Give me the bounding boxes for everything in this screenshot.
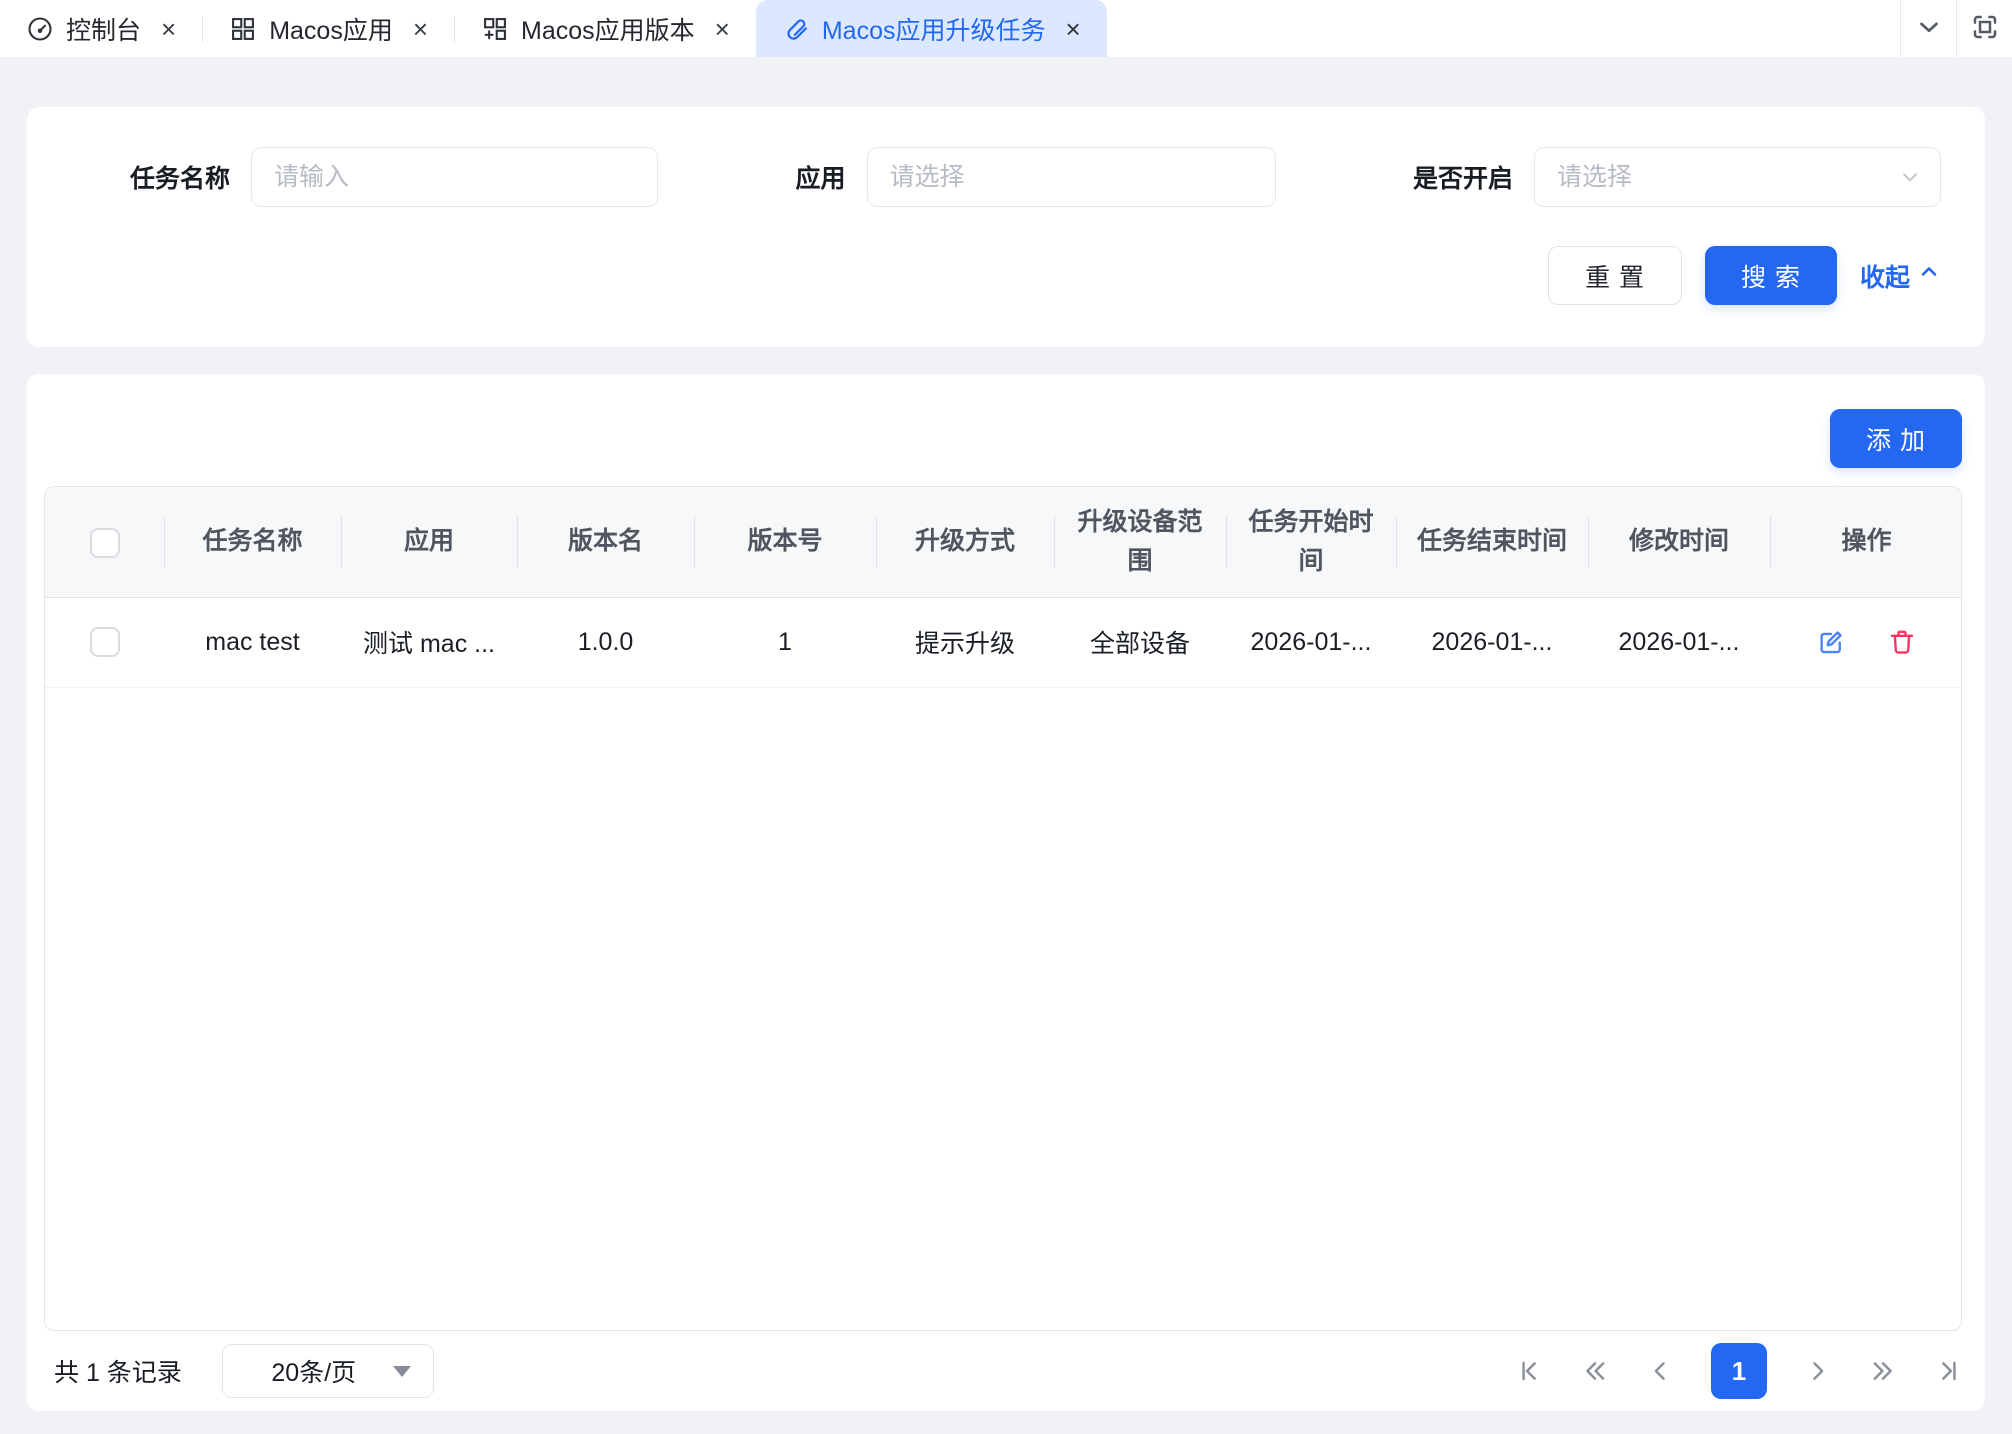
tab-console[interactable]: 控制台 × <box>0 0 202 57</box>
gauge-icon <box>26 15 54 43</box>
chevron-up-icon <box>1917 260 1941 291</box>
task-name-label: 任务名称 <box>130 159 230 195</box>
tab-macos-app[interactable]: Macos应用 × <box>203 0 454 57</box>
cell-upgrade-mode: 提示升级 <box>876 597 1054 687</box>
cell-device-scope: 全部设备 <box>1054 597 1226 687</box>
expand-icon <box>1970 12 2000 45</box>
field-enabled: 是否开启 <box>1413 147 1941 207</box>
data-table: 任务名称 应用 版本名 版本号 升级方式 升级设备范围 任务开始时间 任务结束时… <box>44 486 1962 1331</box>
row-checkbox[interactable] <box>90 627 120 657</box>
first-page-icon[interactable] <box>1516 1357 1544 1385</box>
current-page-button[interactable]: 1 <box>1711 1343 1767 1399</box>
cell-version-code: 1 <box>694 597 876 687</box>
total-records-text: 共 1 条记录 <box>54 1353 182 1389</box>
column-header: 操作 <box>1770 487 1962 597</box>
fullscreen-button[interactable] <box>1956 0 2012 57</box>
enabled-select[interactable] <box>1534 147 1941 207</box>
tab-label: 控制台 <box>66 11 141 47</box>
add-button[interactable]: 添 加 <box>1830 409 1962 468</box>
tab-macos-upgrade-task[interactable]: Macos应用升级任务 × <box>756 0 1107 57</box>
paperclip-icon <box>782 15 810 43</box>
cell-start-time: 2026-01-... <box>1226 597 1396 687</box>
reset-button[interactable]: 重 置 <box>1548 246 1682 305</box>
appstore-add-icon <box>481 15 509 43</box>
chevron-down-icon <box>1914 12 1944 45</box>
jump-prev-icon[interactable] <box>1581 1357 1609 1385</box>
next-page-icon[interactable] <box>1804 1357 1832 1385</box>
cell-end-time: 2026-01-... <box>1396 597 1588 687</box>
caret-down-icon <box>393 1366 411 1377</box>
field-app: 应用 <box>795 147 1275 207</box>
column-header: 任务结束时间 <box>1396 487 1588 597</box>
tab-bar: 控制台 × Macos应用 × Macos应用版本 <box>0 0 2012 57</box>
close-icon[interactable]: × <box>161 16 176 42</box>
column-header: 修改时间 <box>1588 487 1770 597</box>
collapse-link[interactable]: 收起 <box>1860 258 1941 294</box>
table-row[interactable]: mac test 测试 mac ... 1.0.0 1 提示升级 全部设备 20… <box>45 597 1962 687</box>
column-header: 升级设备范围 <box>1054 487 1226 597</box>
cell-task-name: mac test <box>164 597 341 687</box>
tab-label: Macos应用版本 <box>521 11 695 47</box>
appstore-icon <box>229 15 257 43</box>
table-footer: 共 1 条记录 20条/页 <box>44 1331 1962 1411</box>
field-task-name: 任务名称 <box>130 147 658 207</box>
app-label: 应用 <box>795 159 845 195</box>
tab-macos-app-version[interactable]: Macos应用版本 × <box>455 0 756 57</box>
tab-label: Macos应用 <box>269 11 393 47</box>
page-content: 任务名称 应用 是否开启 <box>0 57 2012 1434</box>
tab-label: Macos应用升级任务 <box>822 11 1046 47</box>
column-header: 任务开始时间 <box>1226 487 1396 597</box>
table-header-row: 任务名称 应用 版本名 版本号 升级方式 升级设备范围 任务开始时间 任务结束时… <box>45 487 1962 597</box>
close-icon[interactable]: × <box>413 16 428 42</box>
column-header: 升级方式 <box>876 487 1054 597</box>
search-button[interactable]: 搜 索 <box>1705 246 1837 305</box>
header-checkbox-cell <box>45 487 164 597</box>
cell-modified-time: 2026-01-... <box>1588 597 1770 687</box>
select-all-checkbox[interactable] <box>90 528 120 558</box>
prev-page-icon[interactable] <box>1646 1357 1674 1385</box>
enabled-label: 是否开启 <box>1413 159 1513 195</box>
column-header: 版本名 <box>517 487 694 597</box>
column-header: 任务名称 <box>164 487 341 597</box>
column-header: 应用 <box>341 487 517 597</box>
filter-panel: 任务名称 应用 是否开启 <box>27 107 1985 347</box>
trash-icon[interactable] <box>1887 627 1917 657</box>
close-icon[interactable]: × <box>715 16 730 42</box>
tabs-dropdown-button[interactable] <box>1900 0 1956 57</box>
cell-app: 测试 mac ... <box>341 597 517 687</box>
close-icon[interactable]: × <box>1066 16 1081 42</box>
cell-version-name: 1.0.0 <box>517 597 694 687</box>
edit-icon[interactable] <box>1816 627 1846 657</box>
app-select-input[interactable] <box>867 147 1276 207</box>
column-header: 版本号 <box>694 487 876 597</box>
jump-next-icon[interactable] <box>1869 1357 1897 1385</box>
tabbar-controls <box>1900 0 2012 57</box>
app-root: 控制台 × Macos应用 × Macos应用版本 <box>0 0 2012 1434</box>
table-panel: 添 加 任务名称 应用 版本名 版本号 <box>27 374 1985 1411</box>
last-page-icon[interactable] <box>1934 1357 1962 1385</box>
page-size-select[interactable]: 20条/页 <box>222 1344 434 1398</box>
task-name-input[interactable] <box>251 147 658 207</box>
pagination: 1 <box>1516 1343 1962 1399</box>
